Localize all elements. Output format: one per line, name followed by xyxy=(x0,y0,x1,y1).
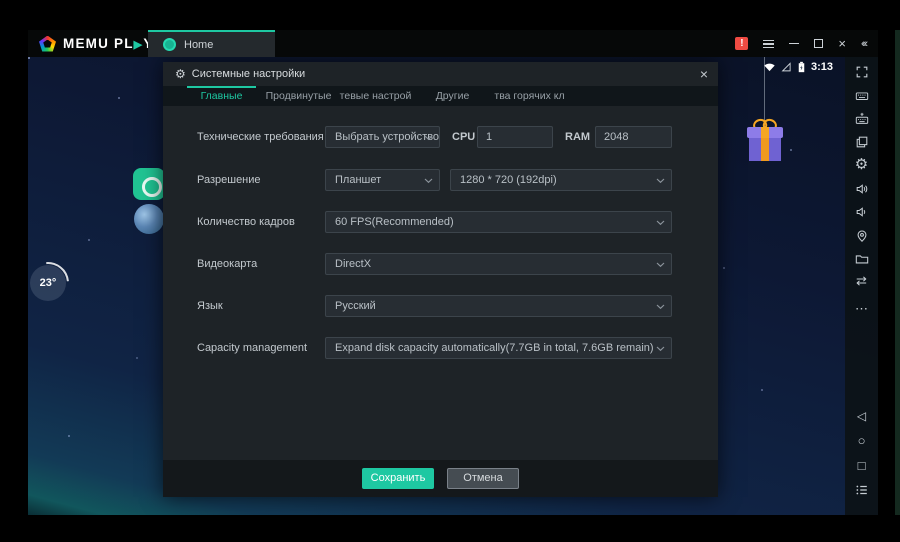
more-icon[interactable]: ⋯ xyxy=(845,302,878,316)
requirements-label: Технические требования xyxy=(197,126,324,148)
memu-logo-icon xyxy=(39,36,56,52)
tool-sidebar: ⚙ ⇄ ⋯ ◁ ○ □ xyxy=(845,57,878,515)
fps-select[interactable]: 60 FPS(Recommended) xyxy=(325,211,672,233)
resolution-label: Разрешение xyxy=(197,169,261,191)
dialog-gear-icon: ⚙ xyxy=(175,67,186,81)
ram-input[interactable] xyxy=(595,126,672,148)
tab-main[interactable]: Главные xyxy=(183,86,260,106)
fullscreen-icon[interactable] xyxy=(845,65,878,83)
capacity-label: Capacity management xyxy=(197,337,307,359)
dialog-close-button[interactable]: × xyxy=(700,66,708,82)
row-fps: Количество кадров 60 FPS(Recommended) xyxy=(163,211,718,233)
keyboard-icon[interactable] xyxy=(845,89,878,107)
cpu-label: CPU xyxy=(452,126,475,148)
tab-hotkeys[interactable]: тва горячих кл xyxy=(491,86,568,106)
chevron-down-icon xyxy=(656,178,665,184)
volume-down-icon[interactable] xyxy=(845,205,878,223)
system-settings-dialog: ⚙ Системные настройки × Главные Продвину… xyxy=(163,62,718,497)
play-icon: ▶ xyxy=(134,39,144,51)
dialog-header: ⚙ Системные настройки xyxy=(163,62,718,86)
gift-widget[interactable] xyxy=(745,57,785,165)
window-controls: ! × ‹‹‹ xyxy=(735,30,870,57)
chevron-down-icon xyxy=(656,262,665,268)
clock: 3:13 xyxy=(811,61,833,73)
shared-folder-icon[interactable] xyxy=(845,252,878,270)
temperature-label: 23° xyxy=(40,277,57,289)
resolution-value-select[interactable]: 1280 * 720 (192dpi) xyxy=(450,169,672,191)
row-resolution: Разрешение Планшет 1280 * 720 (192dpi) xyxy=(163,169,718,191)
weather-widget[interactable]: 23° xyxy=(30,265,66,301)
titlebar: MEMU PL▶Y Home ! × ‹‹‹ xyxy=(28,30,878,57)
gift-lid xyxy=(747,127,783,138)
background-window-sliver xyxy=(895,30,900,515)
device-select[interactable]: Выбрать устройство xyxy=(325,126,440,148)
close-window-button[interactable]: × xyxy=(838,37,846,50)
chevron-down-icon xyxy=(656,346,665,352)
cancel-button[interactable]: Отмена xyxy=(447,468,519,489)
chevron-down-icon xyxy=(656,304,665,310)
gpu-select[interactable]: DirectX xyxy=(325,253,672,275)
row-requirements: Технические требования Выбрать устройств… xyxy=(163,126,718,148)
chevron-down-icon xyxy=(424,178,433,184)
emulator-screen: 3:13 23° ⚙ ⇄ ⋯ ◁ xyxy=(28,57,878,515)
battery-charging-icon xyxy=(796,60,807,74)
minimize-button[interactable] xyxy=(789,43,799,45)
tab-network[interactable]: тевые настрой xyxy=(337,86,414,106)
capacity-select[interactable]: Expand disk capacity automatically(7.7GB… xyxy=(325,337,672,359)
brand-text: MEMU PL▶Y xyxy=(63,36,154,51)
rotate-icon[interactable]: ⇄ xyxy=(845,274,878,288)
save-button[interactable]: Сохранить xyxy=(362,468,434,489)
dialog-title: Системные настройки xyxy=(192,68,305,80)
app-list-icon[interactable] xyxy=(845,483,878,501)
desktop-app-icons xyxy=(133,168,167,234)
ram-label: RAM xyxy=(565,126,590,148)
android-recents-icon[interactable]: □ xyxy=(845,459,878,473)
maximize-button[interactable] xyxy=(814,39,823,48)
tab-other[interactable]: Другие xyxy=(414,86,491,106)
dialog-tabbar: Главные Продвинутые тевые настрой Другие… xyxy=(163,86,718,106)
tab-home[interactable]: Home xyxy=(148,30,275,57)
browser-app-icon[interactable] xyxy=(134,204,164,234)
row-language: Язык Русский xyxy=(163,295,718,317)
resolution-type-select[interactable]: Планшет xyxy=(325,169,440,191)
language-label: Язык xyxy=(197,295,223,317)
home-tab-icon xyxy=(163,38,176,51)
gift-string xyxy=(764,57,765,127)
fps-label: Количество кадров xyxy=(197,211,295,233)
home-tab-label: Home xyxy=(184,39,213,51)
notification-badge[interactable]: ! xyxy=(735,37,748,50)
keymapping-icon[interactable] xyxy=(845,112,878,130)
tab-advanced[interactable]: Продвинутые xyxy=(260,86,337,106)
location-icon[interactable] xyxy=(845,229,878,247)
row-gpu: Видеокарта DirectX xyxy=(163,253,718,275)
volume-up-icon[interactable] xyxy=(845,182,878,200)
gift-box-icon xyxy=(749,138,781,161)
gpu-label: Видеокарта xyxy=(197,253,257,275)
chevron-down-icon xyxy=(656,220,665,226)
memu-window: MEMU PL▶Y Home ! × ‹‹‹ 3:13 xyxy=(28,30,878,515)
app-icon-1[interactable] xyxy=(133,168,165,200)
app-logo: MEMU PL▶Y xyxy=(28,36,154,52)
collapse-sidebar-icon[interactable]: ‹‹‹ xyxy=(861,38,870,50)
language-select[interactable]: Русский xyxy=(325,295,672,317)
menu-icon[interactable] xyxy=(763,40,774,48)
row-capacity: Capacity management Expand disk capacity… xyxy=(163,337,718,359)
dialog-footer: Сохранить Отмена xyxy=(163,460,718,497)
settings-gear-icon[interactable]: ⚙ xyxy=(845,158,878,172)
chevron-down-icon xyxy=(424,135,433,141)
android-back-icon[interactable]: ◁ xyxy=(845,409,878,423)
cpu-input[interactable] xyxy=(477,126,553,148)
android-home-icon[interactable]: ○ xyxy=(845,434,878,448)
multi-window-icon[interactable] xyxy=(845,135,878,153)
